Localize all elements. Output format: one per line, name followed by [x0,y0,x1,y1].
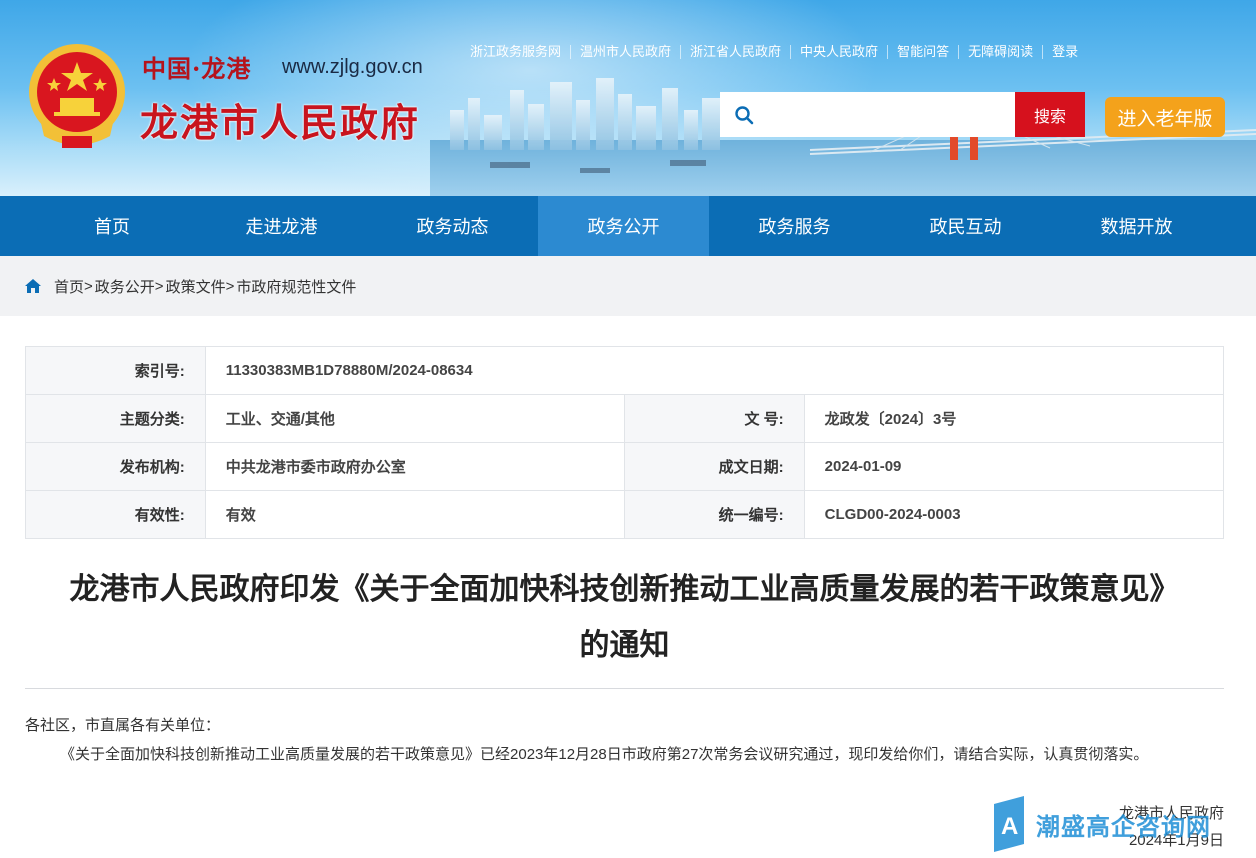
search-icon [735,105,754,124]
header-banner: 中国·龙港 www.zjlg.gov.cn 龙港市人民政府 浙江政务服务网 温州… [0,0,1256,196]
site-subtitle: 中国·龙港 [142,53,252,83]
breadcrumb-separator: > [154,277,164,295]
nav-item-news[interactable]: 政务动态 [367,196,538,256]
unified-no-value: CLGD00-2024-0003 [803,490,1225,539]
document-title-line1: 龙港市人民政府印发《关于全面加快科技创新推动工业高质量发展的若干政策意见》 [69,573,1180,606]
table-row: 发布机构: 中共龙港市委市政府办公室 成文日期: 2024-01-09 [25,442,1225,491]
main-nav: 首页 走进龙港 政务动态 政务公开 政务服务 政民互动 数据开放 [0,196,1256,256]
breadcrumb: 首页 > 政务公开 > 政策文件 > 市政府规范性文件 [0,256,1256,316]
breadcrumb-home[interactable]: 首页 [54,276,84,297]
elder-mode-button[interactable]: 进入老年版 [1105,97,1225,137]
document-body: 《关于全面加快科技创新推动工业高质量发展的若干政策意见》已经2023年12月28… [60,746,1149,763]
breadcrumb-normative-docs[interactable]: 市政府规范性文件 [236,276,356,297]
watermark-text: 潮盛高企咨询网 [1036,811,1211,841]
breadcrumb-policy-docs[interactable]: 政策文件 [166,276,226,297]
document-addressee: 各社区，市直属各有关单位： [25,717,221,734]
doc-info-table: 索引号: 11330383MB1D78880M/2024-08634 主题分类:… [25,346,1225,539]
top-link-central[interactable]: 中央人民政府 [790,45,887,59]
topic-label: 主题分类: [25,394,206,443]
watermark-logo-icon: A [994,796,1024,852]
search-button[interactable]: 搜索 [1015,92,1085,137]
nav-item-about[interactable]: 走进龙港 [196,196,367,256]
nav-item-open-data[interactable]: 数据开放 [1051,196,1222,256]
search-box [720,92,1016,137]
date-label: 成文日期: [623,442,805,491]
watermark: A 潮盛高企咨询网 [988,794,1228,854]
document-title-line2: 的通知 [579,629,670,662]
search-input[interactable] [764,94,1016,135]
nav-item-services[interactable]: 政务服务 [709,196,880,256]
docno-label: 文 号: [623,394,805,443]
top-link-zjzwfw[interactable]: 浙江政务服务网 [470,45,570,59]
table-row: 有效性: 有效 统一编号: CLGD00-2024-0003 [25,490,1225,539]
breadcrumb-separator: > [225,277,235,295]
topic-value: 工业、交通/其他 [204,394,625,443]
top-links: 浙江政务服务网 温州市人民政府 浙江省人民政府 中央人民政府 智能问答 无障碍阅… [470,42,1087,62]
org-value: 中共龙港市委市政府办公室 [204,442,625,491]
site-name: 龙港市人民政府 [140,100,421,145]
table-row: 索引号: 11330383MB1D78880M/2024-08634 [25,346,1225,395]
table-row: 主题分类: 工业、交通/其他 文 号: 龙政发〔2024〕3号 [25,394,1225,443]
top-link-zhejiang[interactable]: 浙江省人民政府 [680,45,790,59]
nav-item-home[interactable]: 首页 [0,196,196,256]
date-value: 2024-01-09 [803,442,1225,491]
unified-no-label: 统一编号: [623,490,805,539]
home-icon [25,279,41,293]
svg-text:A: A [1001,813,1018,840]
index-label: 索引号: [25,346,206,395]
breadcrumb-gov-open[interactable]: 政务公开 [95,276,155,297]
validity-label: 有效性: [25,490,206,539]
top-link-wenzhou[interactable]: 温州市人民政府 [570,45,680,59]
index-value: 11330383MB1D78880M/2024-08634 [204,346,1225,395]
top-link-accessibility[interactable]: 无障碍阅读 [958,45,1042,59]
validity-value: 有效 [204,490,625,539]
site-url: www.zjlg.gov.cn [282,56,423,78]
document-title: 龙港市人民政府印发《关于全面加快科技创新推动工业高质量发展的若干政策意见》 的通… [25,562,1224,674]
nav-item-gov-open[interactable]: 政务公开 [538,196,709,256]
top-link-login[interactable]: 登录 [1042,45,1087,59]
top-link-smart-qa[interactable]: 智能问答 [887,45,958,59]
national-emblem-icon [29,44,125,148]
docno-value: 龙政发〔2024〕3号 [803,394,1225,443]
nav-item-interaction[interactable]: 政民互动 [880,196,1051,256]
org-label: 发布机构: [25,442,206,491]
breadcrumb-separator: > [84,277,93,295]
divider [25,688,1224,689]
